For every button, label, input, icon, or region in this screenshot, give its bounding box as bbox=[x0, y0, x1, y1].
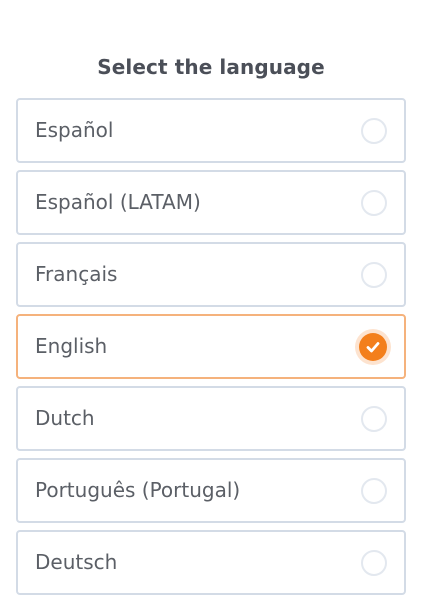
radio-unchecked-icon[interactable] bbox=[361, 189, 387, 216]
language-option-espanol[interactable]: Español bbox=[16, 98, 406, 163]
language-list: Español Español (LATAM) Français English… bbox=[16, 98, 406, 595]
language-option-dutch[interactable]: Dutch bbox=[16, 386, 406, 451]
language-option-espanol-latam[interactable]: Español (LATAM) bbox=[16, 170, 406, 235]
language-option-label: Français bbox=[35, 262, 118, 286]
language-option-deutsch[interactable]: Deutsch bbox=[16, 530, 406, 595]
language-option-label: Português (Portugal) bbox=[35, 478, 241, 502]
language-option-francais[interactable]: Français bbox=[16, 242, 406, 307]
language-option-label: English bbox=[35, 334, 108, 358]
checkmark-icon bbox=[366, 341, 380, 352]
language-option-label: Dutch bbox=[35, 406, 95, 430]
radio-unchecked-icon[interactable] bbox=[361, 405, 387, 432]
language-option-label: Deutsch bbox=[35, 550, 118, 574]
radio-unchecked-icon[interactable] bbox=[361, 261, 387, 288]
radio-unchecked-icon[interactable] bbox=[361, 117, 387, 144]
page-title: Select the language bbox=[97, 55, 325, 79]
language-option-portugues-portugal[interactable]: Português (Portugal) bbox=[16, 458, 406, 523]
radio-unchecked-icon[interactable] bbox=[361, 549, 387, 576]
radio-unchecked-icon[interactable] bbox=[361, 477, 387, 504]
language-option-english[interactable]: English bbox=[16, 314, 406, 379]
radio-checked-icon[interactable] bbox=[355, 328, 391, 365]
language-option-label: Español (LATAM) bbox=[35, 190, 201, 214]
language-option-label: Español bbox=[35, 118, 114, 142]
